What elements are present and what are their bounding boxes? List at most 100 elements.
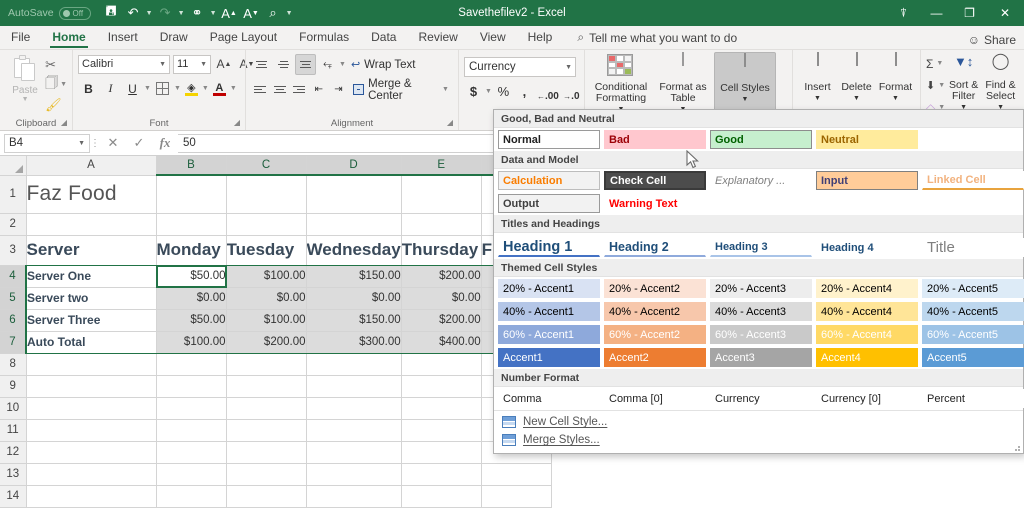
align-middle-button[interactable] bbox=[273, 54, 294, 75]
cell-a2[interactable] bbox=[26, 213, 157, 236]
style-output[interactable]: Output bbox=[498, 194, 600, 213]
formula-bar-grip[interactable]: ⋮ bbox=[90, 138, 100, 149]
cell-e7[interactable]: $400.00 bbox=[401, 331, 482, 354]
cell-b4[interactable]: $50.00 bbox=[156, 265, 227, 288]
paste-button[interactable]: Paste ▼ bbox=[5, 53, 45, 103]
cell-e12[interactable] bbox=[401, 441, 482, 464]
increase-font-size-button[interactable]: A ▲ bbox=[214, 54, 234, 74]
style-heading-4[interactable]: Heading 4 bbox=[816, 238, 918, 257]
tab-insert[interactable]: Insert bbox=[97, 26, 149, 49]
column-header-a[interactable]: A bbox=[26, 156, 157, 176]
style-comma[interactable]: Comma bbox=[498, 389, 600, 408]
style-20-accent3[interactable]: 20% - Accent3 bbox=[710, 279, 812, 298]
cell-b12[interactable] bbox=[156, 441, 227, 464]
cell-d10[interactable] bbox=[306, 397, 402, 420]
redo-icon[interactable]: ↷ bbox=[155, 3, 176, 24]
number-format-select[interactable]: Currency ▼ bbox=[464, 57, 576, 77]
row-header-9[interactable]: 9 bbox=[0, 375, 27, 398]
tab-draw[interactable]: Draw bbox=[149, 26, 199, 49]
cell-b10[interactable] bbox=[156, 397, 227, 420]
cell-c8[interactable] bbox=[226, 353, 307, 376]
decrease-font-size-icon[interactable]: A ▼ bbox=[241, 3, 262, 24]
cell-f13[interactable] bbox=[481, 463, 552, 486]
copy-dropdown-icon[interactable]: ▼ bbox=[60, 81, 67, 88]
fill-color-dropdown-icon[interactable]: ▼ bbox=[202, 85, 209, 92]
format-cells-dropdown-icon[interactable]: ▼ bbox=[892, 93, 899, 104]
column-header-c[interactable]: C bbox=[226, 156, 307, 176]
touch-mode-dropdown-icon[interactable]: ▼ bbox=[209, 10, 218, 17]
style-accent5[interactable]: Accent5 bbox=[922, 348, 1024, 367]
style-20-accent4[interactable]: 20% - Accent4 bbox=[816, 279, 918, 298]
fill-dropdown-icon[interactable]: ▼ bbox=[938, 82, 945, 89]
cell-e5[interactable]: $0.00 bbox=[401, 287, 482, 310]
cell-c12[interactable] bbox=[226, 441, 307, 464]
cell-a4[interactable]: Server One bbox=[26, 265, 157, 288]
chevron-down-icon[interactable]: ▼ bbox=[159, 61, 166, 68]
style-20-accent2[interactable]: 20% - Accent2 bbox=[604, 279, 706, 298]
font-color-button[interactable]: A bbox=[210, 78, 229, 99]
cell-a10[interactable] bbox=[26, 397, 157, 420]
row-header-13[interactable]: 13 bbox=[0, 463, 27, 486]
insert-function-button[interactable]: fx bbox=[152, 133, 178, 154]
decrease-decimal-button[interactable]: →.0 bbox=[562, 81, 581, 102]
cell-d8[interactable] bbox=[306, 353, 402, 376]
cell-d11[interactable] bbox=[306, 419, 402, 442]
cell-c4[interactable]: $100.00 bbox=[226, 265, 307, 288]
cell-b6[interactable]: $50.00 bbox=[156, 309, 227, 332]
style-bad[interactable]: Bad bbox=[604, 130, 706, 149]
cell-d1[interactable] bbox=[306, 175, 402, 214]
increase-indent-button[interactable]: ⇥ bbox=[329, 79, 348, 100]
customize-qat-icon[interactable]: ▼ bbox=[285, 10, 294, 17]
style-comma-0[interactable]: Comma [0] bbox=[604, 389, 706, 408]
cell-b1[interactable] bbox=[156, 175, 227, 214]
comma-style-button[interactable]: , bbox=[515, 81, 534, 102]
cell-b3[interactable]: Monday bbox=[156, 235, 227, 266]
column-header-d[interactable]: D bbox=[306, 156, 402, 176]
fill-color-button[interactable]: ◈ bbox=[182, 78, 201, 99]
column-header-b[interactable]: B bbox=[156, 156, 227, 176]
cell-c1[interactable] bbox=[226, 175, 307, 214]
cell-a6[interactable]: Server Three bbox=[26, 309, 157, 332]
delete-cells-dropdown-icon[interactable]: ▼ bbox=[853, 93, 860, 104]
ribbon-display-options-icon[interactable]: ⍒ bbox=[887, 0, 920, 26]
restore-icon[interactable]: ❐ bbox=[953, 0, 986, 26]
cell-a1[interactable]: Faz Food bbox=[26, 175, 157, 214]
style-60-accent2[interactable]: 60% - Accent2 bbox=[604, 325, 706, 344]
cell-e4[interactable]: $200.00 bbox=[401, 265, 482, 288]
underline-dropdown-icon[interactable]: ▼ bbox=[144, 85, 151, 92]
style-percent[interactable]: Percent bbox=[922, 389, 1024, 408]
cell-c2[interactable] bbox=[226, 213, 307, 236]
style-accent2[interactable]: Accent2 bbox=[604, 348, 706, 367]
close-icon[interactable]: ✕ bbox=[986, 0, 1024, 26]
gallery-resize-grip[interactable] bbox=[1012, 443, 1020, 451]
confirm-entry-button[interactable]: ✓ bbox=[126, 133, 152, 154]
cell-c5[interactable]: $0.00 bbox=[226, 287, 307, 310]
cell-b14[interactable] bbox=[156, 485, 227, 508]
cell-c9[interactable] bbox=[226, 375, 307, 398]
tab-home[interactable]: Home bbox=[41, 26, 96, 49]
style-currency[interactable]: Currency bbox=[710, 389, 812, 408]
tab-review[interactable]: Review bbox=[407, 26, 468, 49]
cell-c13[interactable] bbox=[226, 463, 307, 486]
tab-page-layout[interactable]: Page Layout bbox=[199, 26, 288, 49]
style-input[interactable]: Input bbox=[816, 171, 918, 190]
cell-b7[interactable]: $100.00 bbox=[156, 331, 227, 354]
row-header-2[interactable]: 2 bbox=[0, 213, 27, 236]
style-neutral[interactable]: Neutral bbox=[816, 130, 918, 149]
row-header-10[interactable]: 10 bbox=[0, 397, 27, 420]
style-accent3[interactable]: Accent3 bbox=[710, 348, 812, 367]
tell-me-search[interactable]: ⌕ Tell me what you want to do bbox=[563, 26, 737, 49]
cell-a3[interactable]: Server bbox=[26, 235, 157, 266]
merge-styles-menu-item[interactable]: Merge Styles... bbox=[494, 431, 1023, 449]
row-header-1[interactable]: 1 bbox=[0, 175, 27, 214]
cell-c11[interactable] bbox=[226, 419, 307, 442]
cell-d5[interactable]: $0.00 bbox=[306, 287, 402, 310]
font-name-input[interactable]: Calibri ▼ bbox=[78, 54, 170, 74]
style-60-accent4[interactable]: 60% - Accent4 bbox=[816, 325, 918, 344]
style-heading-2[interactable]: Heading 2 bbox=[604, 238, 706, 257]
style-20-accent5[interactable]: 20% - Accent5 bbox=[922, 279, 1024, 298]
cell-f14[interactable] bbox=[481, 485, 552, 508]
orientation-button[interactable]: ⥆ bbox=[317, 54, 338, 75]
cell-d4[interactable]: $150.00 bbox=[306, 265, 402, 288]
align-right-button[interactable] bbox=[290, 79, 309, 100]
